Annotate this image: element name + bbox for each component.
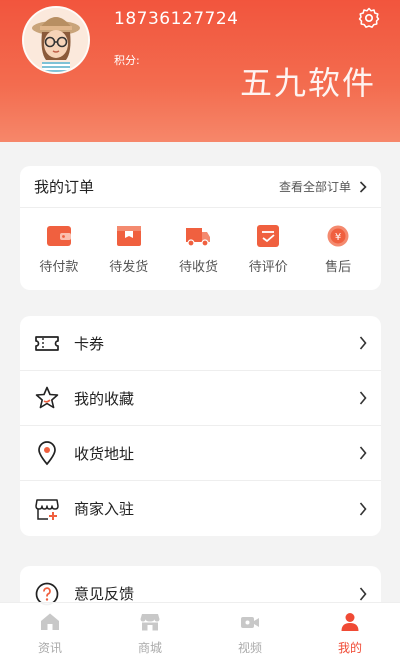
store-add-icon	[35, 498, 59, 520]
star-icon	[35, 386, 59, 409]
menu-item-label: 意见反馈	[74, 585, 135, 603]
orders-title: 我的订单	[34, 178, 95, 196]
order-pending-receipt[interactable]: 待收货	[164, 224, 234, 275]
package-icon	[116, 226, 141, 246]
order-label: 待付款	[39, 260, 79, 275]
person-icon	[341, 613, 359, 631]
phone-number: 18736127724	[114, 9, 239, 29]
view-all-orders-label: 查看全部订单	[278, 180, 351, 194]
after-sales-icon: ¥	[327, 225, 349, 247]
chevron-right-icon	[359, 180, 367, 193]
order-status-row: 待付款 待发货 待收货 待评价 ¥ 售后	[20, 208, 381, 275]
avatar-illustration-icon	[24, 8, 88, 72]
review-icon	[257, 225, 280, 247]
order-label: 售后	[325, 260, 352, 275]
tab-label: 资讯	[37, 641, 62, 655]
menu-item-label: 商家入驻	[74, 500, 135, 518]
tab-label: 视频	[237, 641, 262, 655]
orders-header: 我的订单 查看全部订单	[20, 166, 381, 208]
tab-video[interactable]: 视频	[200, 603, 300, 666]
chevron-right-icon	[359, 391, 367, 405]
menu-item-label: 我的收藏	[74, 389, 135, 408]
tab-mine[interactable]: 我的	[300, 603, 400, 666]
menu-item-label: 收货地址	[74, 444, 135, 463]
avatar[interactable]	[22, 6, 90, 74]
tab-label: 商城	[137, 641, 162, 655]
chevron-right-icon	[359, 586, 367, 601]
menu-item-address[interactable]: 收货地址	[20, 426, 381, 481]
order-after-sales[interactable]: ¥ 售后	[303, 224, 373, 275]
menu-item-label: 卡券	[74, 334, 105, 353]
orders-card: 我的订单 查看全部订单 待付款 待发货 待收货 待评价 ¥ 售后	[20, 166, 381, 290]
home-icon	[41, 613, 59, 630]
settings-gear-icon[interactable]	[357, 6, 381, 30]
order-label: 待评价	[248, 260, 288, 275]
menu-item-coupons[interactable]: 卡券	[20, 316, 381, 371]
view-all-orders-link[interactable]: 查看全部订单	[279, 178, 367, 195]
menu-item-merchant-join[interactable]: 商家入驻	[20, 481, 381, 536]
profile-header: 18736127724 积分: 五九软件	[0, 0, 400, 142]
watermark-text: 五九软件	[240, 64, 377, 102]
chevron-right-icon	[359, 336, 367, 350]
order-label: 待收货	[178, 260, 218, 275]
order-pending-payment[interactable]: 待付款	[24, 224, 94, 275]
wallet-icon	[46, 226, 71, 246]
order-pending-review[interactable]: 待评价	[233, 224, 303, 275]
points-label: 积分:	[114, 54, 140, 67]
location-pin-icon	[38, 441, 56, 466]
chevron-right-icon	[359, 446, 367, 460]
truck-icon	[186, 228, 211, 247]
ticket-icon	[35, 336, 59, 351]
order-pending-shipment[interactable]: 待发货	[94, 224, 164, 275]
tab-shop[interactable]: 商城	[100, 603, 200, 666]
bottom-tab-bar: 资讯 商城 视频 我的	[0, 602, 400, 666]
chevron-right-icon	[359, 501, 367, 516]
order-label: 待发货	[109, 260, 149, 275]
tab-label: 我的	[337, 641, 362, 655]
svg-text:¥: ¥	[335, 232, 341, 243]
shop-icon	[140, 614, 160, 631]
video-icon	[241, 617, 259, 628]
menu-card: 卡券 我的收藏 收货地址 商家入驻	[20, 316, 381, 536]
menu-item-favorites[interactable]: 我的收藏	[20, 371, 381, 426]
tab-news[interactable]: 资讯	[0, 603, 100, 666]
